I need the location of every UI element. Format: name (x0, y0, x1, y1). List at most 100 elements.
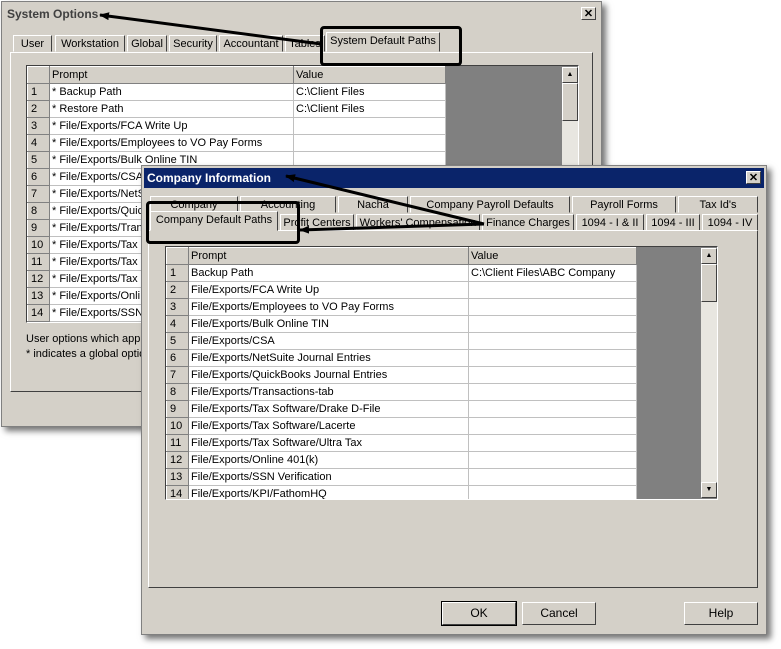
tab-1094-i-ii[interactable]: 1094 - I & II (576, 214, 644, 231)
value-cell[interactable] (468, 417, 637, 435)
value-cell[interactable] (468, 451, 637, 469)
prompt-cell: File/Exports/CSA (188, 332, 469, 350)
prompt-cell: File/Exports/KPI/FathomHQ (188, 485, 469, 499)
scroll-up-icon[interactable]: ▲ (562, 67, 578, 83)
close-icon[interactable]: ✕ (581, 7, 596, 20)
close-icon[interactable]: ✕ (746, 171, 761, 184)
prompt-cell: File/Exports/FCA Write Up (188, 281, 469, 299)
prompt-cell: File/Exports/SSN Verification (188, 468, 469, 486)
table-row[interactable]: 1 Backup Path C:\Client Files\ABC Company (166, 264, 637, 282)
row-number-cell: 5 (27, 151, 50, 169)
row-number-cell: 2 (166, 281, 189, 299)
help-button[interactable]: Help (684, 602, 758, 625)
prompt-cell: File/Exports/QuickBooks Journal Entries (188, 366, 469, 384)
value-cell[interactable] (293, 134, 446, 152)
prompt-column-header: Prompt (49, 66, 294, 84)
table-row[interactable]: 2 * Restore Path C:\Client Files (27, 100, 446, 118)
value-cell[interactable]: C:\Client Files (293, 83, 446, 101)
system-options-title-bar[interactable]: System Options ✕ (4, 4, 599, 24)
row-number-cell: 14 (27, 304, 50, 322)
value-cell[interactable] (468, 468, 637, 486)
tab-workstation[interactable]: Workstation (55, 35, 125, 52)
tab-accountant[interactable]: Accountant (219, 35, 283, 52)
company-default-paths-highlight (146, 201, 300, 244)
company-information-title-bar[interactable]: Company Information ✕ (144, 168, 764, 188)
value-cell[interactable] (468, 281, 637, 299)
prompt-cell: File/Exports/Tax Software/Ultra Tax (188, 434, 469, 452)
table-row[interactable]: 8 File/Exports/Transactions-tab (166, 383, 637, 401)
ok-button[interactable]: OK (441, 601, 517, 626)
prompt-cell: File/Exports/NetSuite Journal Entries (188, 349, 469, 367)
row-number-cell: 9 (166, 400, 189, 418)
prompt-cell: File/Exports/Tax Software/Drake D-File (188, 400, 469, 418)
value-cell[interactable]: C:\Client Files (293, 100, 446, 118)
value-cell[interactable] (468, 315, 637, 333)
table-row[interactable]: 12 File/Exports/Online 401(k) (166, 451, 637, 469)
table-row[interactable]: 3 * File/Exports/FCA Write Up (27, 117, 446, 135)
row-number-cell: 4 (27, 134, 50, 152)
row-number-cell: 7 (166, 366, 189, 384)
prompt-cell: * Restore Path (49, 100, 294, 118)
table-row[interactable]: 7 File/Exports/QuickBooks Journal Entries (166, 366, 637, 384)
tab-user[interactable]: User (13, 35, 52, 52)
value-cell[interactable] (293, 117, 446, 135)
window-title: Company Information (147, 171, 272, 185)
table-row[interactable]: 11 File/Exports/Tax Software/Ultra Tax (166, 434, 637, 452)
cancel-button[interactable]: Cancel (522, 602, 596, 625)
row-number-cell: 3 (166, 298, 189, 316)
value-cell[interactable] (468, 383, 637, 401)
table-row[interactable]: 9 File/Exports/Tax Software/Drake D-File (166, 400, 637, 418)
system-default-paths-highlight (320, 26, 462, 66)
row-number-cell: 9 (27, 219, 50, 237)
tab-company-payroll-defaults[interactable]: Company Payroll Defaults (410, 196, 570, 213)
tab-tables[interactable]: Tables (285, 35, 325, 52)
prompt-cell: File/Exports/Online 401(k) (188, 451, 469, 469)
value-cell[interactable] (468, 485, 637, 499)
scroll-down-icon[interactable]: ▼ (701, 482, 717, 498)
scroll-up-icon[interactable]: ▲ (701, 248, 717, 264)
row-number-cell: 12 (27, 270, 50, 288)
tab-global[interactable]: Global (127, 35, 167, 52)
company-grid-vertical-scrollbar[interactable]: ▲ ▼ (701, 248, 717, 498)
value-cell[interactable] (468, 400, 637, 418)
table-row[interactable]: 5 File/Exports/CSA (166, 332, 637, 350)
row-number-cell: 13 (27, 287, 50, 305)
tab-workers-compensation[interactable]: Workers' Compensation (356, 214, 480, 231)
value-cell[interactable]: C:\Client Files\ABC Company (468, 264, 637, 282)
tab-security[interactable]: Security (169, 35, 217, 52)
table-row[interactable]: 6 File/Exports/NetSuite Journal Entries (166, 349, 637, 367)
tab-1094-iv[interactable]: 1094 - IV (702, 214, 758, 231)
value-cell[interactable] (468, 434, 637, 452)
table-row[interactable]: 2 File/Exports/FCA Write Up (166, 281, 637, 299)
tab-finance-charges[interactable]: Finance Charges (482, 214, 574, 231)
table-row[interactable]: 4 File/Exports/Bulk Online TIN (166, 315, 637, 333)
table-row[interactable]: 1 * Backup Path C:\Client Files (27, 83, 446, 101)
row-number-cell: 2 (27, 100, 50, 118)
table-row[interactable]: 13 File/Exports/SSN Verification (166, 468, 637, 486)
table-row[interactable]: 14 File/Exports/KPI/FathomHQ (166, 485, 637, 499)
row-number-cell: 1 (27, 83, 50, 101)
scroll-thumb[interactable] (701, 264, 717, 302)
table-row[interactable]: 3 File/Exports/Employees to VO Pay Forms (166, 298, 637, 316)
tab-payroll-forms[interactable]: Payroll Forms (572, 196, 676, 213)
value-cell[interactable] (468, 298, 637, 316)
tab-tax-ids[interactable]: Tax Id's (678, 196, 758, 213)
table-row[interactable]: 10 File/Exports/Tax Software/Lacerte (166, 417, 637, 435)
prompt-cell: * File/Exports/Employees to VO Pay Forms (49, 134, 294, 152)
tab-nacha[interactable]: Nacha (338, 196, 408, 213)
table-row[interactable]: 4 * File/Exports/Employees to VO Pay Form… (27, 134, 446, 152)
row-number-cell: 8 (27, 202, 50, 220)
tab-1094-iii[interactable]: 1094 - III (646, 214, 700, 231)
scroll-thumb[interactable] (562, 83, 578, 121)
row-number-header (27, 66, 50, 84)
row-number-cell: 11 (27, 253, 50, 271)
row-number-cell: 13 (166, 468, 189, 486)
row-number-cell: 6 (166, 349, 189, 367)
row-number-cell: 11 (166, 434, 189, 452)
value-cell[interactable] (468, 366, 637, 384)
row-number-cell: 4 (166, 315, 189, 333)
value-cell[interactable] (468, 332, 637, 350)
prompt-cell: Backup Path (188, 264, 469, 282)
prompt-column-header: Prompt (188, 247, 469, 265)
value-cell[interactable] (468, 349, 637, 367)
